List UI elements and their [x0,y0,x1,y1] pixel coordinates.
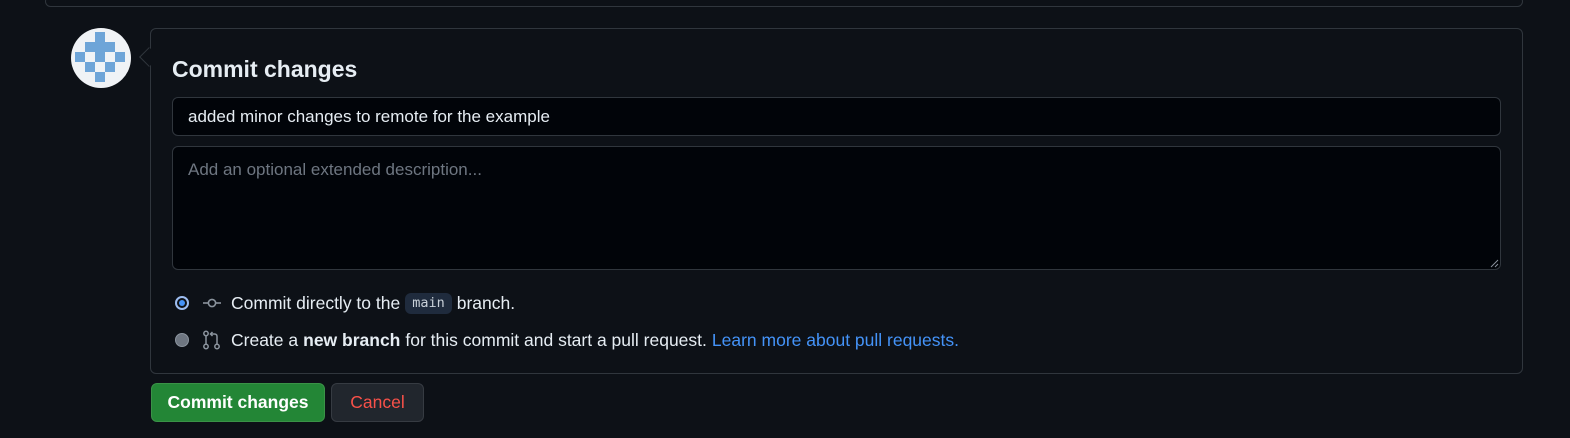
branch-name-code: main [405,292,452,314]
previous-panel-edge [45,0,1523,7]
user-avatar [71,28,131,88]
resize-grip-icon[interactable] [1489,258,1499,268]
commit-changes-button[interactable]: Commit changes [151,383,325,422]
new-branch-option[interactable]: Create a new branch for this commit and … [175,328,959,352]
commit-summary-input[interactable] [172,97,1501,136]
git-commit-icon [203,298,221,308]
new-branch-bold-text: new branch [303,329,401,350]
cancel-button[interactable]: Cancel [331,383,424,422]
commit-direct-radio[interactable] [175,296,189,310]
commit-direct-text-suffix: branch. [456,292,516,313]
commit-description-textarea[interactable] [172,146,1501,270]
commit-changes-title: Commit changes [172,56,358,82]
new-branch-text-prefix: Create a [231,329,299,350]
identicon-icon [75,32,125,82]
new-branch-text-suffix: for this commit and start a pull request… [405,329,707,350]
commit-direct-option[interactable]: Commit directly to the main branch. [175,291,515,315]
git-pull-request-icon [203,330,220,350]
new-branch-radio[interactable] [175,333,189,347]
learn-more-pull-requests-link[interactable]: Learn more about pull requests. [712,330,959,351]
commit-direct-text-prefix: Commit directly to the [231,292,401,313]
